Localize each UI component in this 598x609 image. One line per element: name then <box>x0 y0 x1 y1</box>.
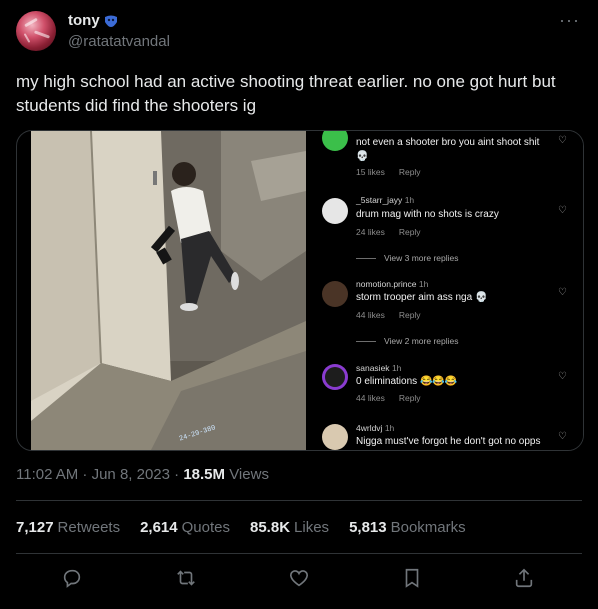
divider <box>16 500 582 501</box>
views-label: Views <box>229 466 269 483</box>
action-bar <box>0 560 598 596</box>
views-count: 18.5M <box>183 466 226 483</box>
comment-text: 0 eliminations 😂😂😂 <box>356 376 458 387</box>
view-more-replies[interactable]: View 2 more replies <box>356 336 459 346</box>
heart-icon[interactable]: ♡ <box>558 431 567 442</box>
skull-emoji: 💀 <box>474 292 488 303</box>
share-icon[interactable] <box>506 560 542 596</box>
comment-meta: 15 likes Reply <box>356 167 435 177</box>
comment-reply[interactable]: Reply <box>399 227 421 237</box>
bookmarks-stat[interactable]: 5,813 Bookmarks <box>349 519 466 536</box>
comment-avatar <box>322 281 348 307</box>
blue-mask-icon <box>104 15 117 27</box>
retweet-icon[interactable] <box>168 560 204 596</box>
comment-avatar <box>322 424 348 450</box>
comment-text: Nigga must've forgot he don't got no opp… <box>356 436 541 447</box>
author-name[interactable]: tony <box>68 12 100 29</box>
more-options-icon[interactable]: ··· <box>559 10 580 31</box>
view-more-replies[interactable]: View 3 more replies <box>356 253 459 263</box>
tweet-time[interactable]: 11:02 AM · Jun 8, 2023 · <box>16 466 183 483</box>
comment-text: drum mag with no shots is crazy <box>356 209 499 220</box>
comment-avatar <box>322 131 348 151</box>
author-handle[interactable]: @ratatatvandal <box>68 33 170 50</box>
comment-likes[interactable]: 15 likes <box>356 167 385 177</box>
likes-stat[interactable]: 85.8K Likes <box>250 519 329 536</box>
avatar[interactable] <box>16 11 56 51</box>
reply-icon[interactable] <box>54 560 90 596</box>
comment-avatar <box>322 364 348 390</box>
comment-text: not even a shooter bro you aint shoot sh… <box>356 137 540 148</box>
cctv-scene: 24-29-380 <box>31 131 306 450</box>
comment-avatar <box>322 198 348 224</box>
heart-icon[interactable]: ♡ <box>558 371 567 382</box>
heart-icon[interactable]: ♡ <box>558 135 567 146</box>
bookmark-icon[interactable] <box>394 560 430 596</box>
laughing-emoji: 😂😂😂 <box>419 376 458 387</box>
tweet-text: my high school had an active shooting th… <box>16 72 556 115</box>
comment-reply[interactable]: Reply <box>399 393 421 403</box>
quotes-stat[interactable]: 2,614 Quotes <box>140 519 230 536</box>
comment-meta: 44 likes Reply <box>356 393 435 403</box>
comment-likes[interactable]: 44 likes <box>356 393 385 403</box>
comment-user: 4wrldvj 1h <box>356 423 395 433</box>
comment-user: nomotion.prince 1h <box>356 279 429 289</box>
cctv-photo: 24-29-380 <box>31 131 306 450</box>
comment-user: sanasiek 1h <box>356 363 402 373</box>
divider <box>16 553 582 554</box>
comment-reply[interactable]: Reply <box>399 310 421 320</box>
skull-emoji: 💀 <box>356 151 369 162</box>
heart-icon[interactable]: ♡ <box>558 287 567 298</box>
tweet-media[interactable]: 24-29-380 not even a shooter bro you ain… <box>16 130 584 451</box>
heart-icon[interactable]: ♡ <box>558 205 567 216</box>
like-icon[interactable] <box>281 560 317 596</box>
comment-text: storm trooper aim ass nga 💀 <box>356 292 488 303</box>
comment-likes[interactable]: 44 likes <box>356 310 385 320</box>
tweet-timestamp: 11:02 AM · Jun 8, 2023 · 18.5M Views <box>16 466 269 483</box>
comment-reply[interactable]: Reply <box>399 167 421 177</box>
comments-screenshot: not even a shooter bro you aint shoot sh… <box>306 131 583 450</box>
comment-likes[interactable]: 24 likes <box>356 227 385 237</box>
comment-user: _5starr_jayy 1h <box>356 195 415 205</box>
author-name-row: tony <box>68 12 119 29</box>
engagement-stats: 7,127 Retweets 2,614 Quotes 85.8K Likes 5,8… <box>16 519 466 536</box>
retweets-stat[interactable]: 7,127 Retweets <box>16 519 120 536</box>
comment-meta: 44 likes Reply <box>356 310 435 320</box>
comment-meta: 24 likes Reply <box>356 227 435 237</box>
